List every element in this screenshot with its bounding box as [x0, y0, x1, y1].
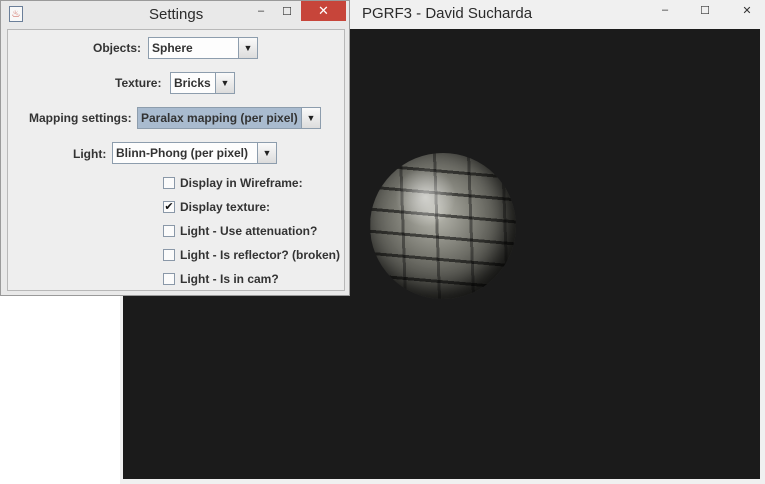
checkbox-box[interactable]: ✔ — [163, 201, 175, 213]
maximize-button[interactable]: ☐ — [692, 0, 718, 20]
objects-label: Objects: — [93, 41, 142, 55]
settings-window: ♨ Settings – ☐ ✕ Objects: Sphere ▼ Textu… — [0, 0, 350, 296]
light-label: Light: — [73, 147, 107, 161]
settings-maximize-button[interactable]: ☐ — [277, 1, 297, 21]
checkbox-label: Light - Use attenuation? — [180, 224, 318, 238]
texture-select[interactable]: Bricks ▼ — [170, 72, 235, 94]
settings-close-button[interactable]: ✕ — [301, 1, 346, 21]
checkbox-label: Display in Wireframe: — [180, 176, 303, 190]
checkbox-box[interactable] — [163, 225, 175, 237]
minimize-button[interactable]: – — [652, 0, 678, 20]
textured-sphere — [370, 153, 516, 299]
settings-window-title: Settings — [149, 6, 204, 23]
chevron-down-icon[interactable]: ▼ — [238, 38, 257, 58]
checkbox-label: Light - Is in cam? — [180, 272, 279, 286]
settings-panel: Objects: Sphere ▼ Texture: Bricks ▼ Mapp… — [7, 29, 345, 291]
settings-minimize-button[interactable]: – — [251, 1, 271, 21]
mapping-settings-select-value: Paralax mapping (per pixel) — [141, 111, 298, 125]
mapping-settings-label: Mapping settings: — [29, 111, 132, 125]
close-button[interactable]: ✕ — [732, 0, 762, 20]
light-in-cam-checkbox[interactable]: Light - Is in cam? — [163, 272, 343, 288]
checkbox-box[interactable] — [163, 273, 175, 285]
objects-select-value: Sphere — [152, 41, 193, 55]
chevron-down-icon[interactable]: ▼ — [257, 143, 276, 163]
checkbox-box[interactable] — [163, 177, 175, 189]
checkbox-label: Light - Is reflector? (broken) — [180, 248, 341, 262]
mapping-settings-select[interactable]: Paralax mapping (per pixel) ▼ — [137, 107, 321, 129]
texture-select-value: Bricks — [174, 76, 211, 90]
checkbox-box[interactable] — [163, 249, 175, 261]
display-texture-checkbox[interactable]: ✔ Display texture: — [163, 200, 343, 216]
light-select[interactable]: Blinn-Phong (per pixel) ▼ — [112, 142, 277, 164]
light-attenuation-checkbox[interactable]: Light - Use attenuation? — [163, 224, 343, 240]
java-app-icon: ♨ — [9, 6, 23, 22]
wireframe-checkbox[interactable]: Display in Wireframe: — [163, 176, 343, 192]
main-window-title: PGRF3 - David Sucharda — [362, 5, 533, 22]
chevron-down-icon[interactable]: ▼ — [215, 73, 234, 93]
objects-select[interactable]: Sphere ▼ — [148, 37, 258, 59]
light-reflector-checkbox[interactable]: Light - Is reflector? (broken) — [163, 248, 343, 264]
chevron-down-icon[interactable]: ▼ — [301, 108, 320, 128]
settings-title-bar[interactable]: ♨ Settings – ☐ ✕ — [1, 1, 349, 28]
texture-label: Texture: — [115, 76, 162, 90]
light-select-value: Blinn-Phong (per pixel) — [116, 146, 248, 160]
checkbox-label: Display texture: — [180, 200, 271, 214]
